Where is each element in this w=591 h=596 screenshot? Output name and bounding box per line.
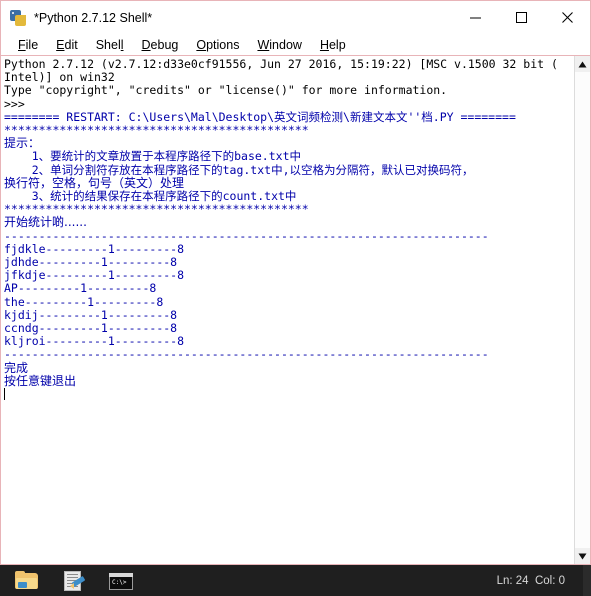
menu-item-file[interactable]: File [9,38,47,52]
menu-bar: File Edit Shell Debug Options Window Hel… [1,34,590,56]
shell-line: 完成 [4,360,29,375]
taskbar-icons: C:\> [0,570,134,592]
vertical-scrollbar[interactable] [574,56,590,564]
menu-pre-shell: S [95,37,105,52]
minimize-button[interactable] [452,1,498,34]
text-editor-icon[interactable] [61,570,87,592]
shell-line: ****************************************… [4,202,309,217]
menu-mid-shell: hel [104,37,121,52]
menu-item-window[interactable]: Window [248,38,310,52]
shell-line: Type "copyright", "credits" or "license(… [4,83,448,98]
menu-rest-file: ile [25,37,39,52]
menu-rest-edit: dit [64,37,78,52]
menu-item-debug[interactable]: Debug [133,38,188,52]
shell-output-textarea[interactable]: Python 2.7.12 (v2.7.12:d33e0cf91556, Jun… [1,56,574,564]
shell-line: >>> [4,96,25,111]
shell-line: ----------------------------------------… [4,347,489,362]
menu-accel-shell: l [120,37,124,52]
scrollbar-track[interactable] [575,72,590,548]
scroll-up-arrow[interactable] [575,56,590,72]
close-button[interactable] [544,1,590,34]
menu-rest-help: elp [328,37,346,52]
menu-accel-edit: E [56,37,65,52]
shell-line: 2、单词分割符存放在本程序路径下的tag.txt中,以空格为分隔符，默认已对换码… [4,162,474,177]
menu-accel-window: W [257,37,270,52]
file-explorer-icon[interactable] [14,570,40,592]
menu-rest-debug: ebug [150,37,179,52]
scroll-down-arrow[interactable] [575,548,590,564]
menu-accel-file: F [18,37,26,52]
show-desktop-button[interactable] [583,565,591,596]
text-cursor [4,388,574,401]
cmd-prompt-text: C:\> [112,578,127,586]
menu-rest-window: indow [269,37,302,52]
taskbar: C:\> Ln: 24 Col: 0 [0,565,591,596]
title-bar[interactable]: *Python 2.7.12 Shell* [1,1,590,34]
menu-accel-options: O [196,37,207,52]
shell-line: ****************************************… [4,123,309,138]
python-idle-icon [10,9,27,26]
shell-line: 1、要统计的文章放置于本程序路径下的base.txt中 [4,149,302,164]
command-prompt-icon[interactable]: C:\> [108,570,134,592]
shell-line: ----------------------------------------… [4,228,489,243]
shell-body: Python 2.7.12 (v2.7.12:d33e0cf91556, Jun… [1,56,590,564]
menu-accel-help: H [319,37,329,52]
caption-buttons [452,1,590,34]
shell-line: 开始统计啲...... [4,215,87,230]
shell-line: the---------1---------8 [4,294,164,309]
menu-item-edit[interactable]: Edit [47,38,87,52]
menu-accel-debug: D [141,37,151,52]
window-title: *Python 2.7.12 Shell* [34,10,153,25]
menu-item-help[interactable]: Help [311,38,355,52]
menu-rest-options: ptions [206,37,240,52]
idle-shell-window: *Python 2.7.12 Shell* File Edit Shell De… [0,0,591,565]
menu-item-options[interactable]: Options [187,38,248,52]
status-line-col: Ln: 24 Col: 0 [496,574,565,587]
menu-item-shell[interactable]: Shell [87,38,133,52]
shell-line: 按任意键退出 [4,373,77,388]
maximize-button[interactable] [498,1,544,34]
shell-line: AP---------1---------8 [4,281,157,296]
